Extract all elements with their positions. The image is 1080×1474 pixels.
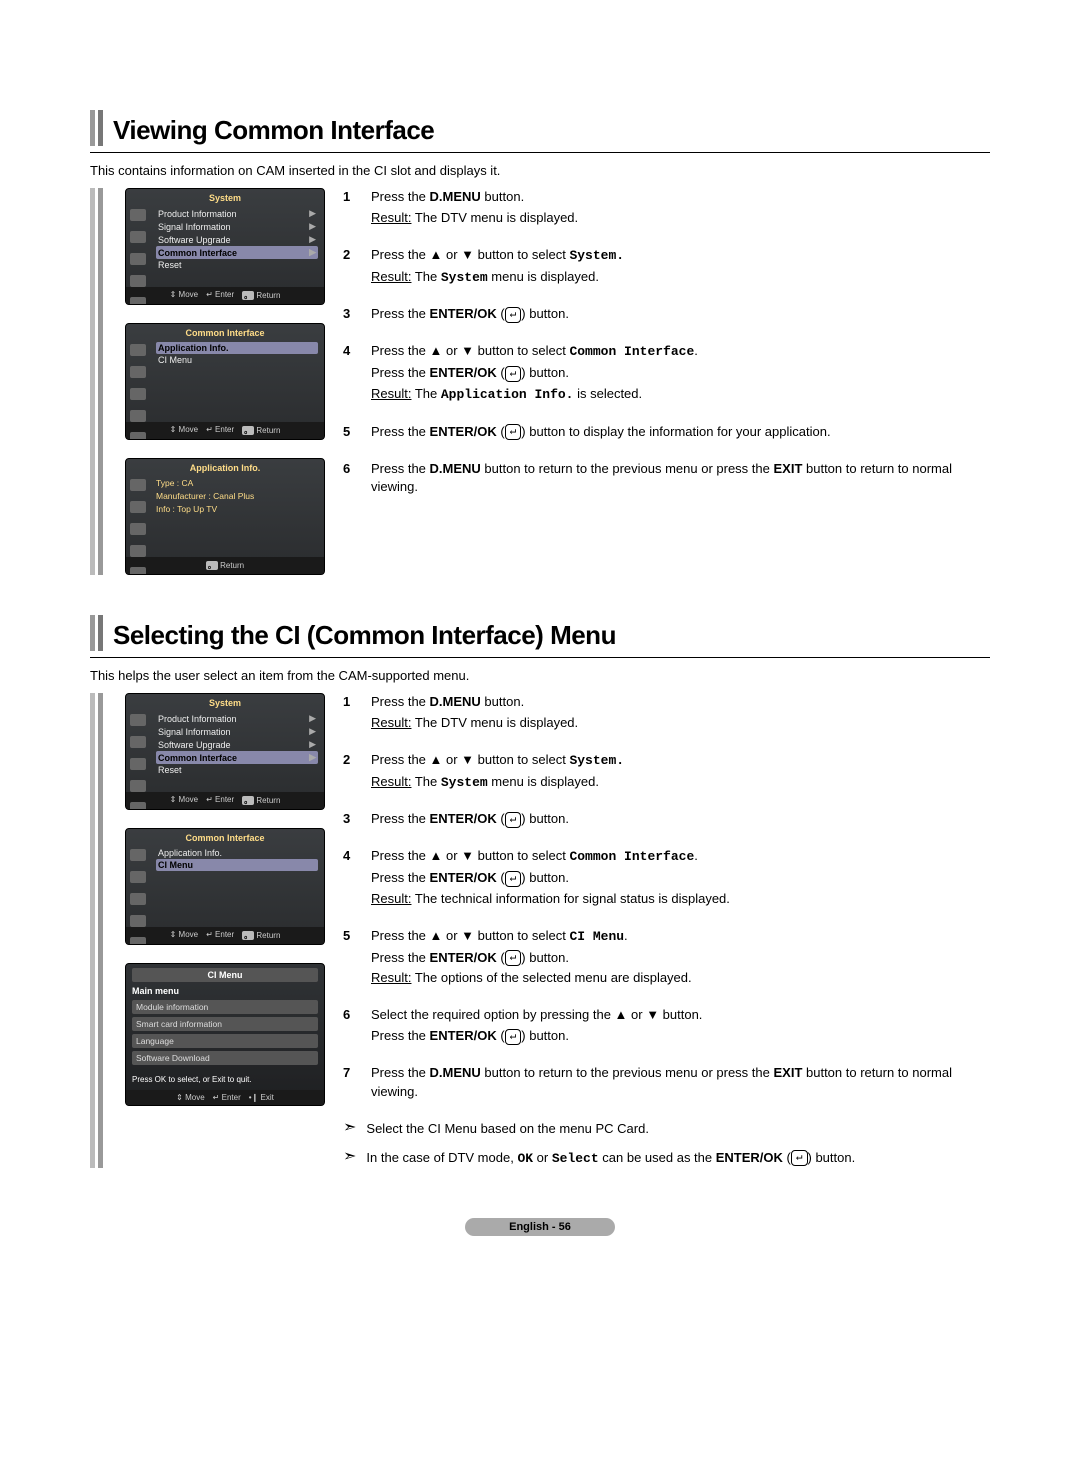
section-title: Viewing Common Interface	[113, 115, 434, 146]
note-arrow-icon: ➣	[343, 1149, 356, 1169]
osd-common-interface: Common Interface Application Info. CI Me…	[125, 323, 325, 440]
steps-column: 1 Press the D.MENU button. Result: The D…	[343, 693, 990, 1168]
info-line: Info : Top Up TV	[156, 503, 318, 516]
osd-system: System Product Information▶ Signal Infor…	[125, 693, 325, 810]
section-viewing-ci: Viewing Common Interface This contains i…	[90, 110, 990, 575]
osd-title: System	[132, 193, 318, 203]
osd-side-icons	[130, 344, 146, 440]
heading-decor	[90, 110, 103, 146]
section-title: Selecting the CI (Common Interface) Menu	[113, 620, 616, 651]
osd-icon	[130, 297, 146, 305]
enter-icon: ↵	[505, 307, 522, 323]
note: ➣ Select the CI Menu based on the menu P…	[343, 1120, 990, 1139]
osd-item: Software Upgrade▶	[156, 233, 318, 246]
screenshots-column: System Product Information▶ Signal Infor…	[125, 693, 325, 1106]
osd-footer: ⇕ Move ↵ Enter 。 Return	[126, 422, 324, 439]
osd-item: CI Menu	[156, 354, 318, 366]
step: 2 Press the ▲ or ▼ button to select Syst…	[343, 751, 990, 795]
step: 3 Press the ENTER/OK (↵) button.	[343, 305, 990, 326]
step: 6 Press the D.MENU button to return to t…	[343, 460, 990, 500]
step: 1 Press the D.MENU button. Result: The D…	[343, 188, 990, 230]
enter-icon: ↵	[505, 366, 522, 382]
enter-icon: ↵	[505, 1029, 522, 1045]
osd-item: Product Information▶	[156, 207, 318, 220]
page-number: English - 56	[465, 1218, 615, 1236]
step: 6 Select the required option by pressing…	[343, 1006, 990, 1048]
enter-icon: ↵	[505, 424, 522, 440]
osd-system: System Product Information▶ Signal Infor…	[125, 188, 325, 305]
step: 4 Press the ▲ or ▼ button to select Comm…	[343, 342, 990, 407]
step: 3 Press the ENTER/OK (↵) button.	[343, 810, 990, 831]
osd-icon	[130, 209, 146, 221]
screenshots-column: System Product Information▶ Signal Infor…	[125, 188, 325, 575]
osd-icon	[130, 231, 146, 243]
enter-icon: ↵	[505, 950, 522, 966]
section-selecting-ci-menu: Selecting the CI (Common Interface) Menu…	[90, 615, 990, 1168]
heading-decor	[90, 615, 103, 651]
enter-icon: ↵	[791, 1150, 808, 1166]
note: ➣ In the case of DTV mode, OK or Select …	[343, 1149, 990, 1169]
enter-icon: ↵	[505, 871, 522, 887]
osd-footer: 。 Return	[126, 557, 324, 574]
osd-item-selected: Application Info.	[156, 342, 318, 354]
note-arrow-icon: ➣	[343, 1120, 356, 1139]
osd-common-interface: Common Interface Application Info. CI Me…	[125, 828, 325, 945]
section-intro: This contains information on CAM inserte…	[90, 163, 990, 178]
divider	[90, 152, 990, 153]
osd-side-icons	[130, 479, 146, 575]
step: 5 Press the ENTER/OK (↵) button to displ…	[343, 423, 990, 444]
section-intro: This helps the user select an item from …	[90, 668, 990, 683]
osd-application-info: Application Info. Type : CA Manufacturer…	[125, 458, 325, 575]
osd-item: Signal Information▶	[156, 220, 318, 233]
osd-side-icons	[130, 209, 146, 305]
osd-icon	[130, 275, 146, 287]
step: 5 Press the ▲ or ▼ button to select CI M…	[343, 927, 990, 991]
info-line: Type : CA	[156, 477, 318, 490]
osd-title: Application Info.	[132, 463, 318, 473]
osd-footer: ⇕ Move ↵ Enter 。 Return	[126, 287, 324, 304]
left-edge-decor	[90, 188, 103, 575]
steps-column: 1 Press the D.MENU button. Result: The D…	[343, 188, 990, 515]
step: 4 Press the ▲ or ▼ button to select Comm…	[343, 847, 990, 911]
enter-icon: ↵	[505, 812, 522, 828]
osd-title: Common Interface	[132, 328, 318, 338]
osd-item-selected: Common Interface▶	[156, 246, 318, 259]
step: 7 Press the D.MENU button to return to t…	[343, 1064, 990, 1104]
info-line: Manufacturer : Canal Plus	[156, 490, 318, 503]
osd-item: Reset	[156, 259, 318, 271]
left-edge-decor	[90, 693, 103, 1168]
divider	[90, 657, 990, 658]
step: 2 Press the ▲ or ▼ button to select Syst…	[343, 246, 990, 290]
osd-icon	[130, 253, 146, 265]
step: 1 Press the D.MENU button. Result: The D…	[343, 693, 990, 735]
osd-ci-menu: CI Menu Main menu Module information Sma…	[125, 963, 325, 1106]
